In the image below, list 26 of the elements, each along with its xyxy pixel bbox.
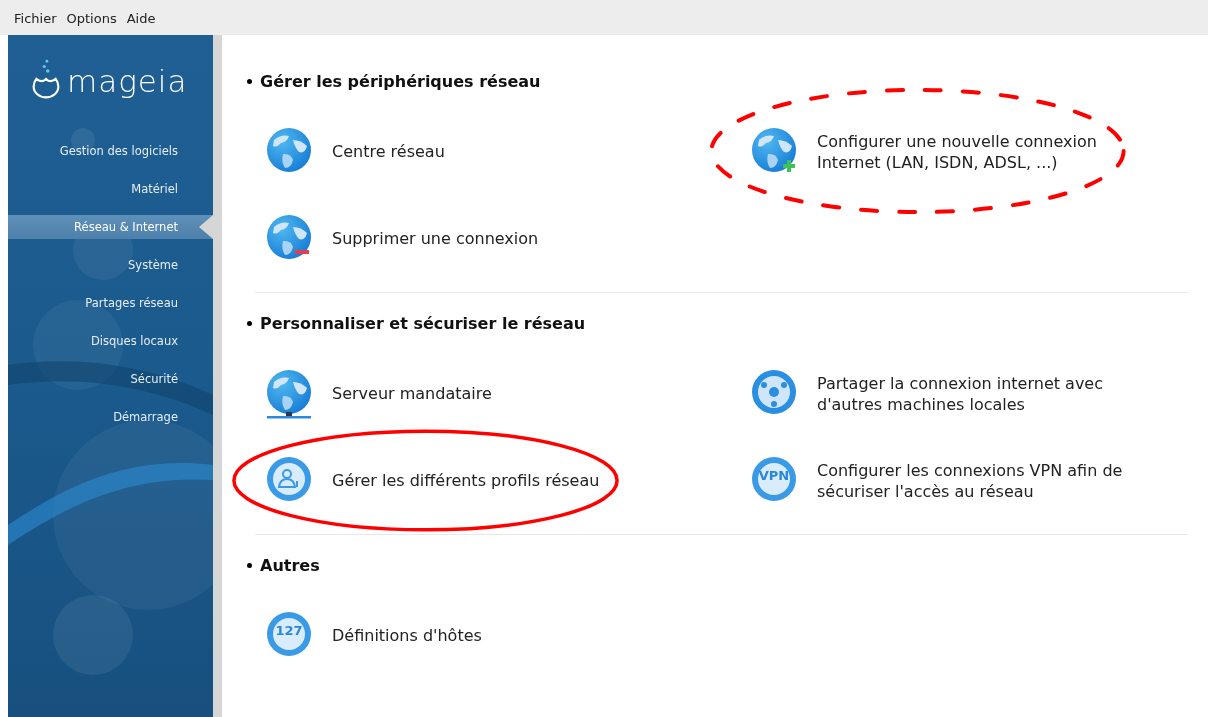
section-heading: Autres <box>260 555 320 575</box>
section-heading: Gérer les périphériques réseau <box>260 71 541 91</box>
menu-item[interactable]: Fichier <box>14 0 65 26</box>
tool-link[interactable]: Gérer les différents profils réseau <box>332 470 600 491</box>
section-heading: Personnaliser et sécuriser le réseau <box>260 313 586 333</box>
sidebar-item[interactable]: Gestion des logiciels <box>8 139 213 163</box>
sidebar-item[interactable]: Matériel <box>8 177 213 201</box>
menu-item[interactable]: Options <box>66 0 125 26</box>
tool-link[interactable]: Configurer les connexions VPN afin de sécuriser l'accès au réseau <box>817 459 1147 502</box>
bullet-icon <box>247 562 252 568</box>
bullet-icon <box>247 78 252 84</box>
tool-link[interactable]: Configurer une nouvelle connexion Internet (LAN, ISDN, ADSL, ...) <box>817 130 1147 173</box>
sidebar-item[interactable]: Démarrage <box>8 405 213 429</box>
sidebar-item[interactable]: Partages réseau <box>8 291 213 315</box>
globe-network-icon <box>265 367 313 420</box>
tool-link[interactable]: Centre réseau <box>332 141 445 162</box>
menu-item[interactable]: Aide <box>126 0 164 26</box>
tool-link[interactable]: Définitions d'hôtes <box>332 625 482 646</box>
sidebar-item[interactable]: Système <box>8 253 213 277</box>
logo: mageia <box>31 57 201 99</box>
tool-link[interactable]: Supprimer une connexion <box>332 228 539 249</box>
tool-link[interactable]: Partager la connexion internet avec d'autres machines locales <box>817 372 1147 415</box>
bullet-icon <box>247 320 252 326</box>
tool-link[interactable]: Serveur mandataire <box>332 383 492 404</box>
sidebar-item[interactable]: Disques locaux <box>8 329 213 353</box>
sidebar-item[interactable]: Réseau & Internet <box>8 215 213 239</box>
